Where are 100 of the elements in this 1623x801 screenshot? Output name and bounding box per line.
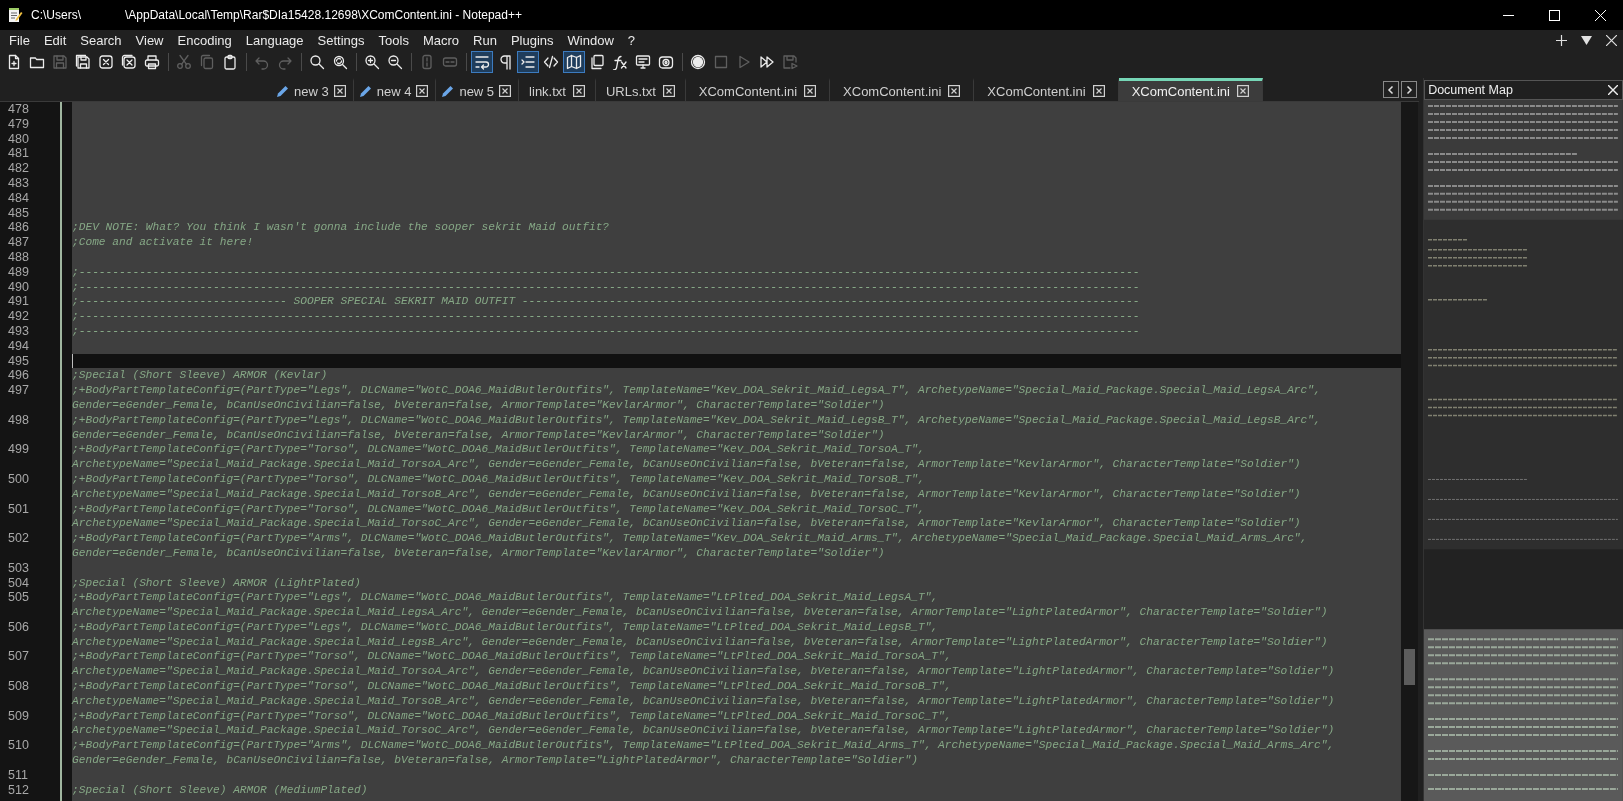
close-icon[interactable]	[1092, 85, 1105, 97]
notepad-icon	[7, 7, 23, 23]
panel-title: Document Map	[1428, 83, 1513, 97]
scrollbar[interactable]	[1401, 102, 1418, 801]
code-line: ;--------------------------------------------------------------------------------------------------------------------------------------------------------------	[72, 323, 1141, 339]
tab-label: new 5	[459, 83, 495, 99]
close-icon[interactable]	[572, 85, 585, 97]
pencil-icon	[358, 84, 372, 98]
code-line: ArchetypeName="Special_Maid_Package.Special_Maid_TorsoC_Arc", Gender=eGender_Female, bCanUseOnCivilian=false, bVeteran=false, ArmorTemplate="LightPlatedArmor", CharacterTemplate="Soldier")	[72, 723, 1336, 739]
line-number: 500	[8, 471, 29, 486]
line-number: 495	[8, 353, 29, 368]
line-number: 512	[8, 782, 29, 797]
code-line: ArchetypeName="Special_Maid_Package.Special_Maid_TorsoC_Arc", Gender=eGender_Female, bCanUseOnCivilian=false, bVeteran=false, ArmorTemplate="KevlarArmor", CharacterTemplate="Soldier")	[72, 516, 1302, 532]
code-line: ;+BodyPartTemplateConfig=(PartType="Legs", DLCName="WotC_DOA6_MaidButlerOutfits", TemplateName="LtPlted_DOA_Sekrit_Maid_LegsB_T",	[72, 619, 940, 635]
line-number: 482	[8, 161, 29, 176]
line-number: 484	[8, 190, 29, 205]
tab[interactable]: new 3	[271, 78, 354, 101]
code-line: ArchetypeName="Special_Maid_Package.Special_Maid_TorsoA_Arc", Gender=eGender_Female, bCanUseOnCivilian=false, bVeteran=false, ArmorTemplate="LightPlatedArmor", CharacterTemplate="Soldier")	[72, 664, 1336, 680]
line-number: 499	[8, 442, 29, 457]
close-icon[interactable]	[1236, 85, 1249, 97]
menu-item[interactable]: Macro	[416, 32, 466, 48]
scrollbar-thumb[interactable]	[1404, 649, 1415, 685]
code-line: ;------------------------------- SOOPER SPECIAL SEKRIT MAID OUTFIT --------------------------------------------------------------------------------------------	[72, 294, 1141, 310]
menu-item[interactable]: Window	[561, 32, 620, 48]
tab[interactable]: XComContent.ini	[1118, 78, 1263, 101]
close-icon[interactable]	[333, 85, 346, 97]
menu-item[interactable]: Run	[467, 32, 503, 48]
close-icon[interactable]	[416, 85, 429, 97]
line-number: 494	[8, 338, 29, 353]
word-wrap-icon[interactable]	[471, 51, 493, 73]
menu-item[interactable]: Settings	[311, 32, 371, 48]
code-line: ;+BodyPartTemplateConfig=(PartType="Arms", DLCName="WotC_DOA6_MaidButlerOutfits", TemplateName="LtPlted_DOA_Sekrit_Maid_Arms_T", ArchetypeName="Special_Maid_Package.Special_Maid_Arms_Arc",	[72, 738, 1336, 754]
pencil-icon	[441, 84, 455, 98]
line-number: 506	[8, 619, 29, 634]
code-line: ;+BodyPartTemplateConfig=(PartType="Torso", DLCName="WotC_DOA6_MaidButlerOutfits", TemplateName="LtPlted_DOA_Sekrit_Maid_TorsoC_T",	[72, 708, 953, 724]
tab[interactable]: URLs.txt	[595, 78, 686, 101]
line-number: 492	[8, 309, 29, 324]
code-line: Gender=eGender_Female, bCanUseOnCivilian=false, bVeteran=false, ArmorTemplate="KevlarArmor", CharacterTemplate="Soldier")	[72, 427, 886, 443]
code-line: ;+BodyPartTemplateConfig=(PartType="Legs", DLCName="WotC_DOA6_MaidButlerOutfits", TemplateName="Kev_DOA_Sekrit_Maid_LegsB_T", ArchetypeName="Special_Maid_Package.Special_Maid_LegsB_Arc",	[72, 412, 1322, 428]
indent-guide-icon[interactable]	[517, 51, 539, 73]
menu-item[interactable]: ?	[621, 32, 642, 48]
code-line: ;+BodyPartTemplateConfig=(PartType="Legs", DLCName="WotC_DOA6_MaidButlerOutfits", TemplateName="Kev_DOA_Sekrit_Maid_LegsA_T", ArchetypeName="Special_Maid_Package.Special_Maid_LegsA_Arc",	[72, 383, 1322, 398]
code-line: Gender=eGender_Female, bCanUseOnCivilian=false, bVeteran=false, ArmorTemplate="KevlarArmor", CharacterTemplate="Soldier")	[72, 545, 886, 561]
code-line: Gender=eGender_Female, bCanUseOnCivilian=false, bVeteran=false, ArmorTemplate="LightPlatedArmor", CharacterTemplate="Soldier")	[72, 753, 919, 768]
line-number: 505	[8, 590, 29, 605]
chevron-left-icon	[1387, 85, 1396, 94]
tab[interactable]: XComContent.ini	[830, 78, 975, 101]
line-number: 489	[8, 264, 29, 279]
window-title: \AppData\Local\Temp\Rar$DIa15428.12698\XComContent.ini - Notepad++	[125, 8, 522, 22]
line-number: 486	[8, 220, 29, 235]
tab-label: XComContent.ini	[698, 83, 798, 99]
code-line: ArchetypeName="Special_Maid_Package.Special_Maid_TorsoB_Arc", Gender=eGender_Female, bCanUseOnCivilian=false, bVeteran=false, ArmorTemplate="KevlarArmor", CharacterTemplate="Soldier")	[72, 486, 1302, 502]
code-line: ArchetypeName="Special_Maid_Package.Special_Maid_TorsoB_Arc", Gender=eGender_Female, bCanUseOnCivilian=false, bVeteran=false, ArmorTemplate="LightPlatedArmor", CharacterTemplate="Soldier")	[72, 693, 1336, 709]
close-icon[interactable]	[948, 85, 961, 97]
tab-label: XComContent.ini	[987, 83, 1086, 99]
code-line: ArchetypeName="Special_Maid_Package.Special_Maid_LegsB_Arc", Gender=eGender_Female, bCanUseOnCivilian=false, bVeteran=false, ArmorTemplate="LightPlatedArmor", CharacterTemplate="Soldier")	[72, 634, 1329, 650]
line-number: 483	[8, 176, 29, 190]
tab-scroll-left-button[interactable]	[1383, 81, 1400, 98]
tab[interactable]: new 5	[436, 78, 520, 101]
menu-item[interactable]: Tools	[372, 32, 415, 48]
map-icon[interactable]	[563, 51, 585, 73]
menu-item[interactable]: View	[129, 32, 170, 48]
window-title: C:\Users\	[31, 8, 81, 22]
tab-label: new 3	[294, 83, 329, 99]
close-icon[interactable]	[499, 85, 512, 97]
tab[interactable]: new 4	[353, 78, 437, 101]
menu-item[interactable]: Plugins	[504, 32, 560, 48]
close-icon[interactable]	[1606, 34, 1617, 46]
code-line: ;--------------------------------------------------------------------------------------------------------------------------------------------------------------	[72, 264, 1141, 280]
chevron-right-icon	[1405, 85, 1414, 94]
tab[interactable]: link.txt	[519, 78, 596, 101]
tab-label: XComContent.ini	[843, 83, 942, 99]
line-number: 487	[8, 235, 29, 250]
code-line: ;Come and activate it here!	[72, 235, 255, 250]
menu-item[interactable]: Edit	[37, 32, 73, 48]
code-line: ;Special (Short Sleeve) ARMOR (Kevlar)	[72, 368, 329, 384]
close-icon[interactable]	[804, 85, 817, 97]
code-line: ;+BodyPartTemplateConfig=(PartType="Torso", DLCName="WotC_DOA6_MaidButlerOutfits", TemplateName="Kev_DOA_Sekrit_Maid_TorsoC_T",	[72, 501, 926, 517]
code-line: ;+BodyPartTemplateConfig=(PartType="Torso", DLCName="WotC_DOA6_MaidButlerOutfits", TemplateName="LtPlted_DOA_Sekrit_Maid_TorsoB_T",	[72, 679, 953, 694]
menu-item[interactable]: Search	[74, 32, 128, 48]
tab[interactable]: XComContent.ini	[974, 78, 1119, 101]
triangle-down-icon[interactable]	[1581, 34, 1592, 46]
tab-label: link.txt	[529, 83, 566, 99]
menu-item[interactable]: File	[3, 32, 36, 48]
close-icon[interactable]	[662, 85, 675, 97]
line-number: 479	[8, 116, 29, 131]
menu-item[interactable]: Encoding	[171, 32, 238, 48]
line-number: 485	[8, 205, 29, 220]
tab[interactable]: XComContent.ini	[685, 78, 831, 101]
line-number: 493	[8, 323, 29, 338]
line-number: 490	[8, 279, 29, 294]
plus-icon[interactable]	[1556, 34, 1567, 46]
line-number: 503	[8, 560, 29, 575]
menu-item[interactable]: Language	[239, 32, 310, 48]
code-line: ;--------------------------------------------------------------------------------------------------------------------------------------------------------------	[72, 309, 1141, 324]
line-number: 480	[8, 131, 29, 146]
tab-scroll-right-button[interactable]	[1401, 81, 1418, 98]
code-line: ;Special (Short Sleeve) ARMOR (MediumPlated)	[72, 782, 369, 798]
maximize-icon[interactable]	[1548, 9, 1560, 21]
code-line: ArchetypeName="Special_Maid_Package.Special_Maid_LegsA_Arc", Gender=eGender_Female, bCanUseOnCivilian=false, bVeteran=false, ArmorTemplate="LightPlatedArmor", CharacterTemplate="Soldier")	[72, 605, 1329, 620]
